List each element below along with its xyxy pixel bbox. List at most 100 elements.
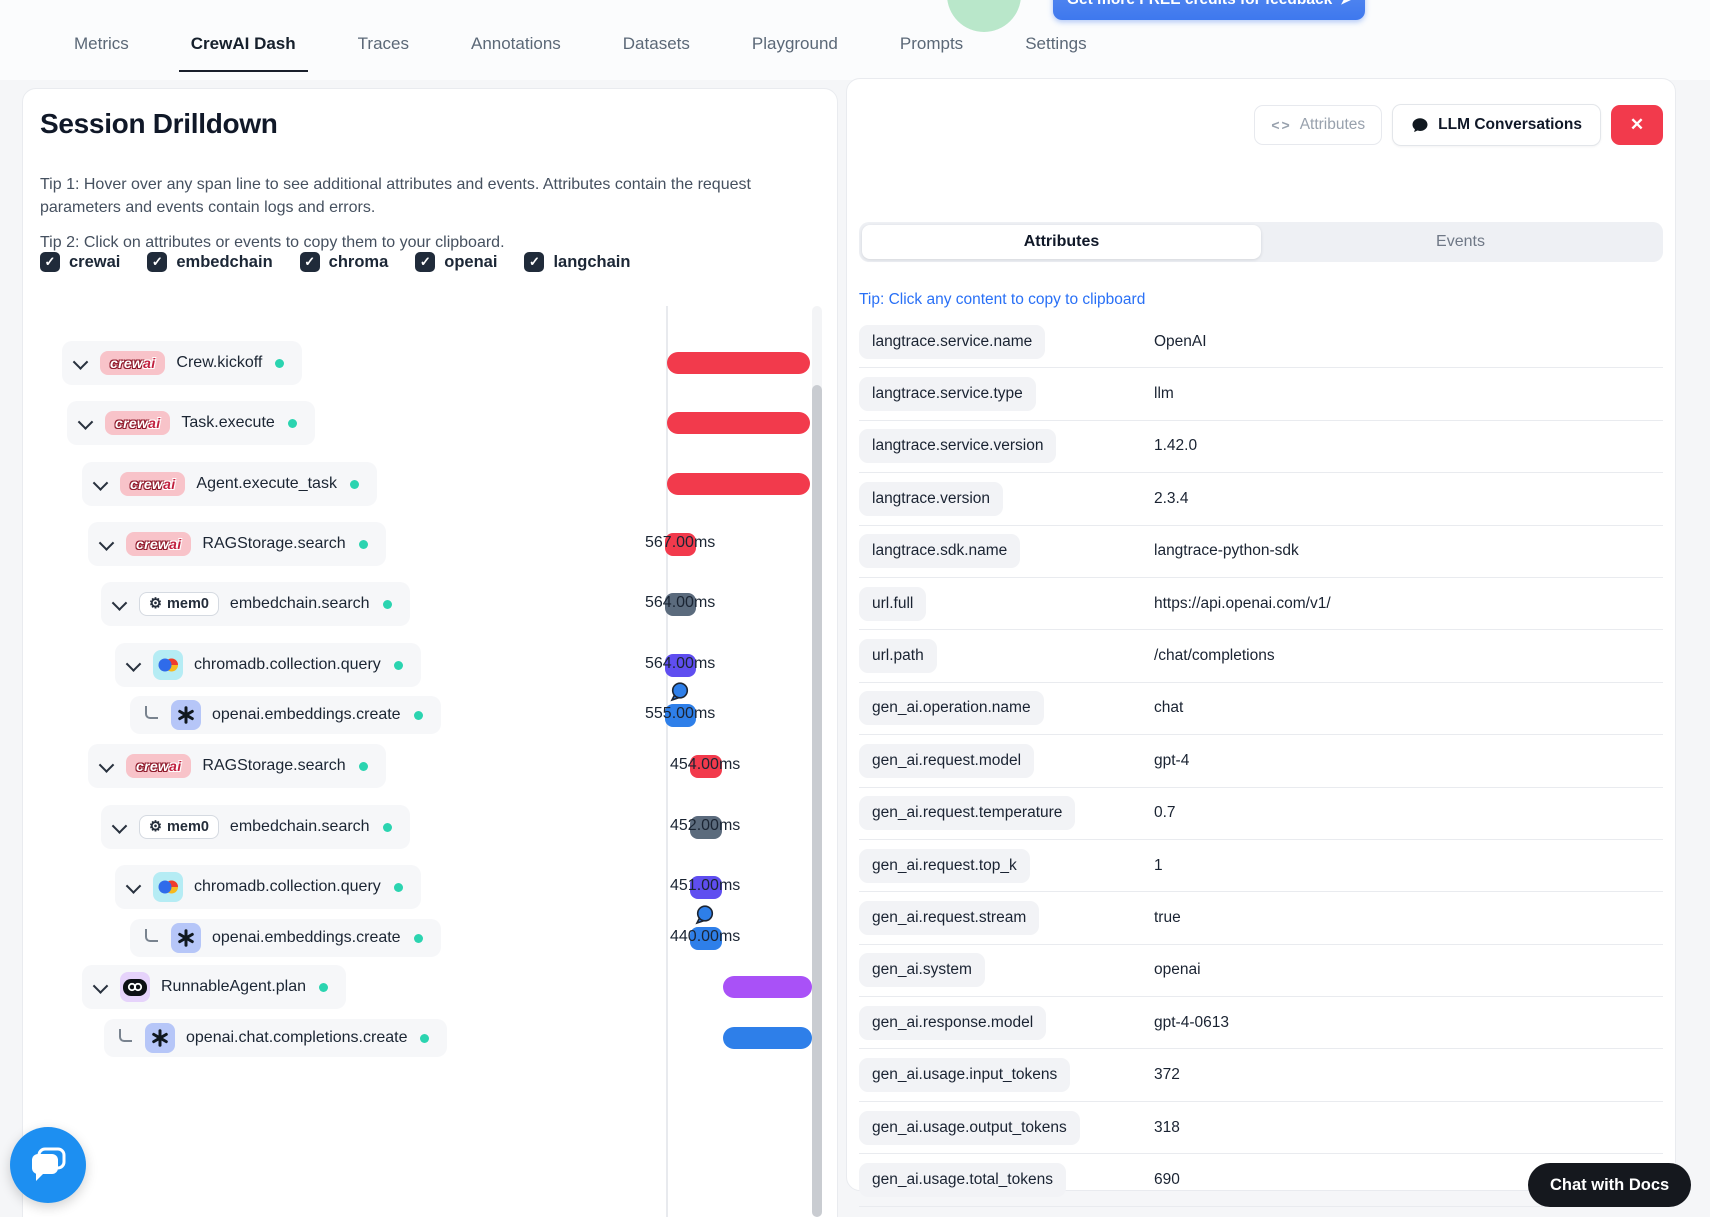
scrollbar-thumb[interactable]: [812, 385, 822, 1217]
chevron-down-icon[interactable]: [92, 977, 109, 994]
close-button[interactable]: ✕: [1611, 105, 1663, 145]
span-duration-bar[interactable]: [723, 1027, 812, 1049]
attribute-value[interactable]: 1: [1154, 857, 1163, 875]
attribute-key[interactable]: url.path: [859, 639, 937, 674]
attribute-value[interactable]: chat: [1154, 699, 1183, 717]
tab-settings[interactable]: Settings: [1025, 34, 1086, 72]
chevron-down-icon[interactable]: [72, 353, 89, 370]
attributes-button[interactable]: <> Attributes: [1254, 105, 1383, 145]
attribute-key[interactable]: langtrace.service.version: [859, 429, 1057, 464]
attribute-value[interactable]: gpt-4-0613: [1154, 1014, 1229, 1032]
checkbox-checked-icon[interactable]: ✓: [299, 252, 320, 272]
attribute-key[interactable]: langtrace.service.type: [859, 377, 1036, 412]
attribute-value[interactable]: gpt-4: [1154, 752, 1189, 770]
tab-playground[interactable]: Playground: [752, 34, 838, 72]
span-row-runnableagent-plan[interactable]: RunnableAgent.plan: [82, 965, 347, 1009]
attribute-key[interactable]: gen_ai.operation.name: [859, 691, 1044, 726]
attribute-value[interactable]: OpenAI: [1154, 333, 1207, 351]
span-duration-bar[interactable]: [667, 473, 810, 495]
filter-label: crewai: [69, 252, 121, 271]
span-row-chromadb-collection-query[interactable]: chromadb.collection.query: [115, 643, 421, 687]
crewai-logo-icon: crew ai: [100, 351, 166, 375]
attribute-value[interactable]: langtrace-python-sdk: [1154, 542, 1299, 560]
llm-bubble-icon[interactable]: [668, 681, 690, 708]
attribute-key[interactable]: langtrace.sdk.name: [859, 534, 1021, 569]
attribute-value[interactable]: 1.42.0: [1154, 437, 1197, 455]
tab-events[interactable]: Events: [1261, 225, 1660, 259]
checkbox-checked-icon[interactable]: ✓: [524, 252, 545, 272]
chevron-down-icon[interactable]: [77, 413, 94, 430]
filter-checkbox-chroma[interactable]: ✓ chroma: [299, 252, 388, 272]
tab-attributes[interactable]: Attributes: [862, 225, 1261, 259]
chevron-down-icon[interactable]: [111, 594, 128, 611]
tab-datasets[interactable]: Datasets: [623, 34, 690, 72]
filter-checkbox-crewai[interactable]: ✓ crewai: [40, 252, 120, 272]
attribute-key[interactable]: langtrace.service.name: [859, 324, 1046, 359]
span-label: Task.execute: [181, 414, 275, 431]
attribute-value[interactable]: 0.7: [1154, 804, 1176, 822]
attribute-value[interactable]: true: [1154, 909, 1181, 927]
span-row-embedchain-search[interactable]: ⚙ mem0 embedchain.search: [101, 582, 410, 626]
span-row-openai-chat-completions-create[interactable]: openai.chat.completions.create: [104, 1019, 448, 1057]
tab-traces[interactable]: Traces: [358, 34, 409, 72]
attribute-value[interactable]: https://api.openai.com/v1/: [1154, 595, 1331, 613]
attribute-value[interactable]: 372: [1154, 1066, 1180, 1084]
checkbox-checked-icon[interactable]: ✓: [40, 252, 60, 272]
status-dot: [287, 418, 297, 428]
credits-button[interactable]: Get more FREE credits for feedback ➤: [1053, 0, 1365, 20]
attribute-key[interactable]: gen_ai.request.temperature: [859, 796, 1076, 831]
attribute-row: gen_ai.usage.output_tokens 318: [859, 1102, 1663, 1155]
span-row-openai-embeddings-create[interactable]: openai.embeddings.create: [130, 919, 441, 957]
chat-with-docs-button[interactable]: Chat with Docs: [1528, 1163, 1692, 1207]
span-duration-label: 454.00ms: [670, 756, 741, 773]
chevron-down-icon[interactable]: [125, 877, 142, 894]
llm-bubble-icon[interactable]: [693, 904, 715, 931]
attribute-value[interactable]: llm: [1154, 385, 1174, 403]
attribute-key[interactable]: gen_ai.usage.total_tokens: [859, 1162, 1066, 1197]
attribute-key[interactable]: gen_ai.request.top_k: [859, 848, 1030, 883]
filter-checkbox-openai[interactable]: ✓ openai: [415, 252, 497, 272]
attribute-value[interactable]: 690: [1154, 1171, 1180, 1189]
attribute-row: gen_ai.request.top_k 1: [859, 840, 1663, 893]
span-row-crew-kickoff[interactable]: crew ai Crew.kickoff: [62, 341, 303, 385]
tab-annotations[interactable]: Annotations: [471, 34, 561, 72]
span-row-chromadb-collection-query[interactable]: chromadb.collection.query: [115, 865, 421, 909]
llm-conversations-button[interactable]: LLM Conversations: [1392, 104, 1601, 146]
tab-prompts[interactable]: Prompts: [900, 34, 963, 72]
span-row-ragstorage-search[interactable]: crew ai RAGStorage.search: [88, 744, 386, 788]
attribute-key[interactable]: gen_ai.usage.output_tokens: [859, 1110, 1080, 1145]
tab-metrics[interactable]: Metrics: [74, 34, 129, 72]
attribute-key[interactable]: gen_ai.usage.input_tokens: [859, 1058, 1071, 1093]
attribute-key[interactable]: gen_ai.request.model: [859, 743, 1035, 778]
attribute-value[interactable]: 318: [1154, 1119, 1180, 1137]
attribute-value[interactable]: /chat/completions: [1154, 647, 1275, 665]
span-row-embedchain-search[interactable]: ⚙ mem0 embedchain.search: [101, 805, 410, 849]
chevron-down-icon[interactable]: [111, 817, 128, 834]
tab-crewai-dash[interactable]: CrewAI Dash: [178, 34, 308, 72]
chevron-down-icon[interactable]: [98, 756, 115, 773]
attribute-key[interactable]: gen_ai.system: [859, 953, 985, 988]
chat-widget-button[interactable]: [10, 1127, 86, 1203]
attribute-key[interactable]: url.full: [859, 586, 927, 621]
filter-checkbox-langchain[interactable]: ✓ langchain: [524, 252, 630, 272]
attribute-key[interactable]: langtrace.version: [859, 481, 1004, 516]
chevron-down-icon[interactable]: [92, 474, 109, 491]
checkbox-checked-icon[interactable]: ✓: [415, 252, 436, 272]
chevron-down-icon[interactable]: [98, 534, 115, 551]
attribute-value[interactable]: 2.3.4: [1154, 490, 1188, 508]
span-row-ragstorage-search[interactable]: crew ai RAGStorage.search: [88, 522, 386, 566]
span-row-openai-embeddings-create[interactable]: openai.embeddings.create: [130, 696, 441, 734]
span-row-agent-execute-task[interactable]: crew ai Agent.execute_task: [82, 462, 377, 506]
tip-1-text: Tip 1: Hover over any span line to see a…: [40, 176, 751, 216]
span-duration-bar[interactable]: [667, 412, 810, 434]
attribute-key[interactable]: gen_ai.response.model: [859, 1005, 1047, 1040]
attribute-value[interactable]: openai: [1154, 961, 1201, 979]
span-row-task-execute[interactable]: crew ai Task.execute: [67, 401, 315, 445]
span-duration-bar[interactable]: [667, 352, 810, 374]
checkbox-checked-icon[interactable]: ✓: [147, 252, 168, 272]
chevron-down-icon[interactable]: [125, 655, 142, 672]
filter-checkbox-embedchain[interactable]: ✓ embedchain: [147, 252, 273, 272]
openai-icon: [171, 923, 201, 953]
attribute-key[interactable]: gen_ai.request.stream: [859, 900, 1040, 935]
span-duration-bar[interactable]: [723, 976, 812, 998]
